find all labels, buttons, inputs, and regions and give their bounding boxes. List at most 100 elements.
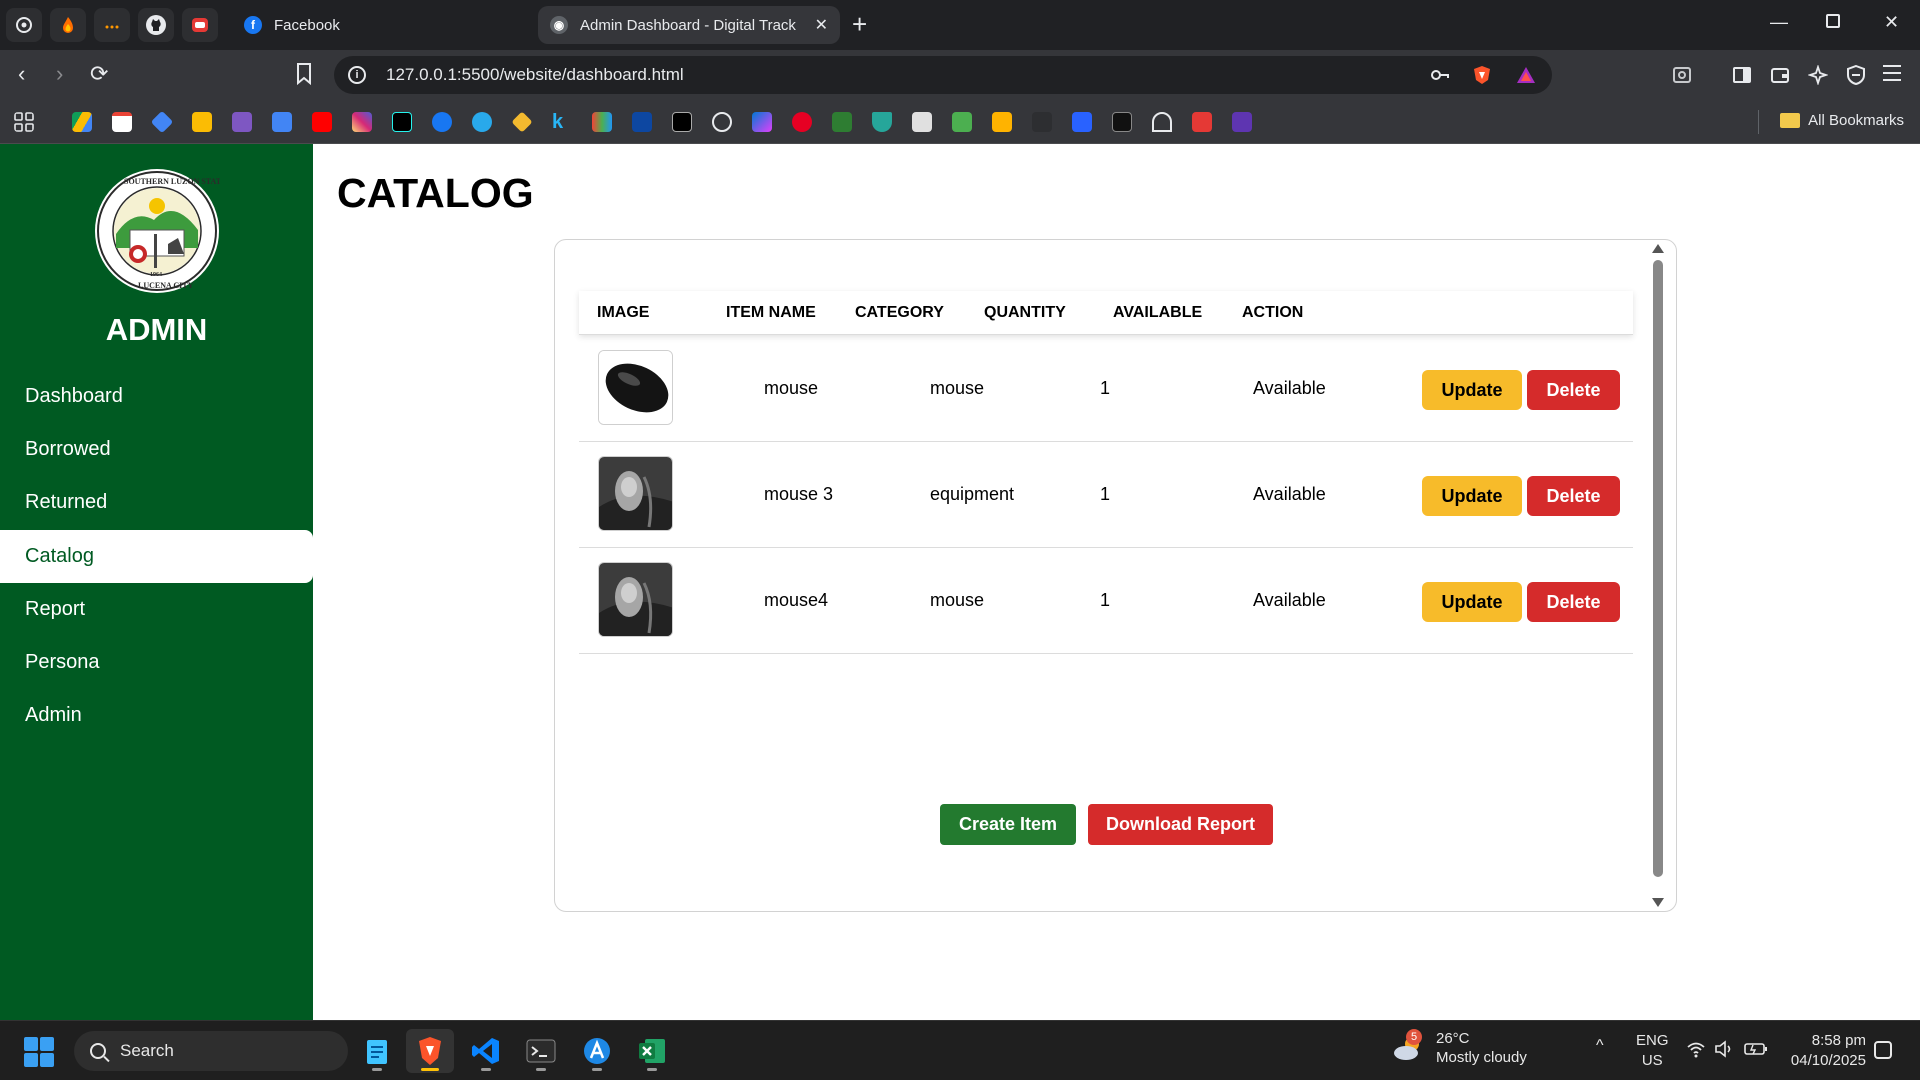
- brave-app[interactable]: [406, 1029, 454, 1073]
- colorful-icon[interactable]: [592, 112, 612, 132]
- terminal-app[interactable]: [517, 1029, 565, 1073]
- vpn-icon[interactable]: [1846, 65, 1866, 85]
- tv-icon[interactable]: [952, 112, 972, 132]
- forward-icon[interactable]: ›: [56, 62, 63, 86]
- scrollbar-thumb[interactable]: [1653, 260, 1663, 877]
- green-app-icon[interactable]: [832, 112, 852, 132]
- scroll-up-arrow[interactable]: [1652, 244, 1664, 253]
- tiktok-icon[interactable]: [392, 112, 412, 132]
- update-button[interactable]: Update: [1422, 370, 1522, 410]
- wallet-icon[interactable]: [1770, 65, 1790, 85]
- pinterest-icon[interactable]: [792, 112, 812, 132]
- blue-app-icon[interactable]: [1072, 112, 1092, 132]
- folder-icon: [1780, 113, 1801, 128]
- telegram-icon[interactable]: [472, 112, 492, 132]
- sidebar-icon[interactable]: [1732, 65, 1752, 85]
- close-window-icon[interactable]: ✕: [1884, 12, 1899, 33]
- gmail-icon[interactable]: [112, 112, 132, 132]
- app-indicator: [536, 1068, 546, 1071]
- forms-icon[interactable]: [232, 112, 252, 132]
- openai-icon[interactable]: [712, 112, 732, 132]
- header-item-name: ITEM NAME: [726, 304, 816, 321]
- sidebar-item-report[interactable]: Report: [0, 583, 313, 636]
- classroom-icon[interactable]: [150, 110, 174, 134]
- sidebar-item-admin[interactable]: Admin: [0, 689, 313, 742]
- reload-icon[interactable]: ⟳: [90, 62, 108, 86]
- delete-button[interactable]: Delete: [1527, 476, 1620, 516]
- notepad-app[interactable]: [353, 1029, 401, 1073]
- sidebar-item-persona[interactable]: Persona: [0, 636, 313, 689]
- purple-app-icon[interactable]: [1232, 112, 1252, 132]
- instagram-icon[interactable]: [352, 112, 372, 132]
- anthropic-icon[interactable]: [672, 112, 692, 132]
- university-seal-logo: SOUTHERN LUZON STATE UNIVERSITY LUCENA C…: [95, 169, 220, 293]
- tray-overflow-icon[interactable]: ^: [1596, 1037, 1604, 1055]
- sidebar-item-borrowed[interactable]: Borrowed: [0, 423, 313, 476]
- facebook-bookmark-icon[interactable]: [432, 112, 452, 132]
- restore-icon[interactable]: [1826, 14, 1840, 28]
- screenshot-icon[interactable]: [1672, 65, 1692, 85]
- all-bookmarks-button[interactable]: All Bookmarks: [1780, 112, 1904, 129]
- leo-ai-icon[interactable]: [1808, 65, 1828, 85]
- close-tab-icon[interactable]: ✕: [815, 15, 828, 35]
- vscode-app[interactable]: [462, 1029, 510, 1073]
- letter-l-icon[interactable]: [1112, 112, 1132, 132]
- delete-button[interactable]: Delete: [1527, 370, 1620, 410]
- sidebar-item-catalog[interactable]: Catalog: [0, 530, 313, 583]
- taskbar-search[interactable]: Search: [74, 1031, 348, 1071]
- pinned-tab-app[interactable]: [182, 8, 218, 42]
- clock[interactable]: 8:58 pm 04/10/2025: [1786, 1031, 1866, 1071]
- bookmark-icon[interactable]: [296, 63, 312, 90]
- notification-icon[interactable]: [1874, 1041, 1892, 1059]
- excel-app[interactable]: [628, 1029, 676, 1073]
- docs-icon[interactable]: [272, 112, 292, 132]
- page-title: CATALOG: [337, 170, 534, 216]
- binance-icon[interactable]: [511, 111, 533, 133]
- yellow-app-icon[interactable]: [992, 112, 1012, 132]
- pinned-tab-chatgpt[interactable]: [6, 8, 42, 42]
- search-label: Search: [120, 1041, 174, 1060]
- address-bar[interactable]: i 127.0.0.1:5500/website/dashboard.html: [334, 56, 1552, 94]
- brave-icon: [419, 1037, 441, 1065]
- slides-icon[interactable]: [192, 112, 212, 132]
- minimize-icon[interactable]: —: [1770, 12, 1788, 33]
- sidebar-item-dashboard[interactable]: Dashboard: [0, 370, 313, 423]
- weather-widget[interactable]: 5 26°C Mostly cloudy: [1392, 1029, 1527, 1067]
- create-item-button[interactable]: Create Item: [940, 804, 1076, 845]
- pinned-tab-github[interactable]: [138, 8, 174, 42]
- sidebar-item-returned[interactable]: Returned: [0, 476, 313, 529]
- sci-hub-icon[interactable]: [912, 112, 932, 132]
- wifi-icon[interactable]: [1686, 1040, 1706, 1058]
- menu-icon[interactable]: [1882, 63, 1902, 87]
- graduation-icon[interactable]: [872, 112, 892, 132]
- wave-icon[interactable]: [1152, 112, 1172, 132]
- update-button[interactable]: Update: [1422, 476, 1522, 516]
- scroll-down-arrow[interactable]: [1652, 898, 1664, 907]
- google-drive-icon[interactable]: [72, 112, 92, 132]
- pinned-tab-dots[interactable]: [94, 8, 130, 42]
- k-icon[interactable]: k: [552, 112, 572, 132]
- red-app-icon[interactable]: [1192, 112, 1212, 132]
- app-a[interactable]: [573, 1029, 621, 1073]
- volume-icon[interactable]: [1714, 1040, 1734, 1058]
- youtube-icon[interactable]: [312, 112, 332, 132]
- download-report-button[interactable]: Download Report: [1088, 804, 1273, 845]
- brave-rewards-icon[interactable]: [1516, 65, 1536, 85]
- copilot-icon[interactable]: [752, 112, 772, 132]
- tab-facebook[interactable]: f Facebook: [232, 6, 532, 44]
- new-tab-button[interactable]: +: [852, 10, 867, 38]
- dots-bookmark-icon[interactable]: [1032, 112, 1052, 132]
- back-icon[interactable]: ‹: [18, 62, 25, 86]
- pinned-tab-fire[interactable]: [50, 8, 86, 42]
- battery-icon[interactable]: [1744, 1040, 1768, 1058]
- delete-button[interactable]: Delete: [1527, 582, 1620, 622]
- language-indicator[interactable]: ENG US: [1636, 1031, 1669, 1071]
- key-icon[interactable]: [1430, 65, 1450, 85]
- windows-start-icon[interactable]: [24, 1037, 54, 1067]
- tab-admin-dashboard[interactable]: ◉ Admin Dashboard - Digital Track ✕: [538, 6, 840, 44]
- apps-icon[interactable]: [14, 112, 34, 132]
- brave-shield-icon[interactable]: [1472, 65, 1492, 85]
- site-info-icon[interactable]: i: [348, 66, 366, 84]
- zs-icon[interactable]: [632, 112, 652, 132]
- update-button[interactable]: Update: [1422, 582, 1522, 622]
